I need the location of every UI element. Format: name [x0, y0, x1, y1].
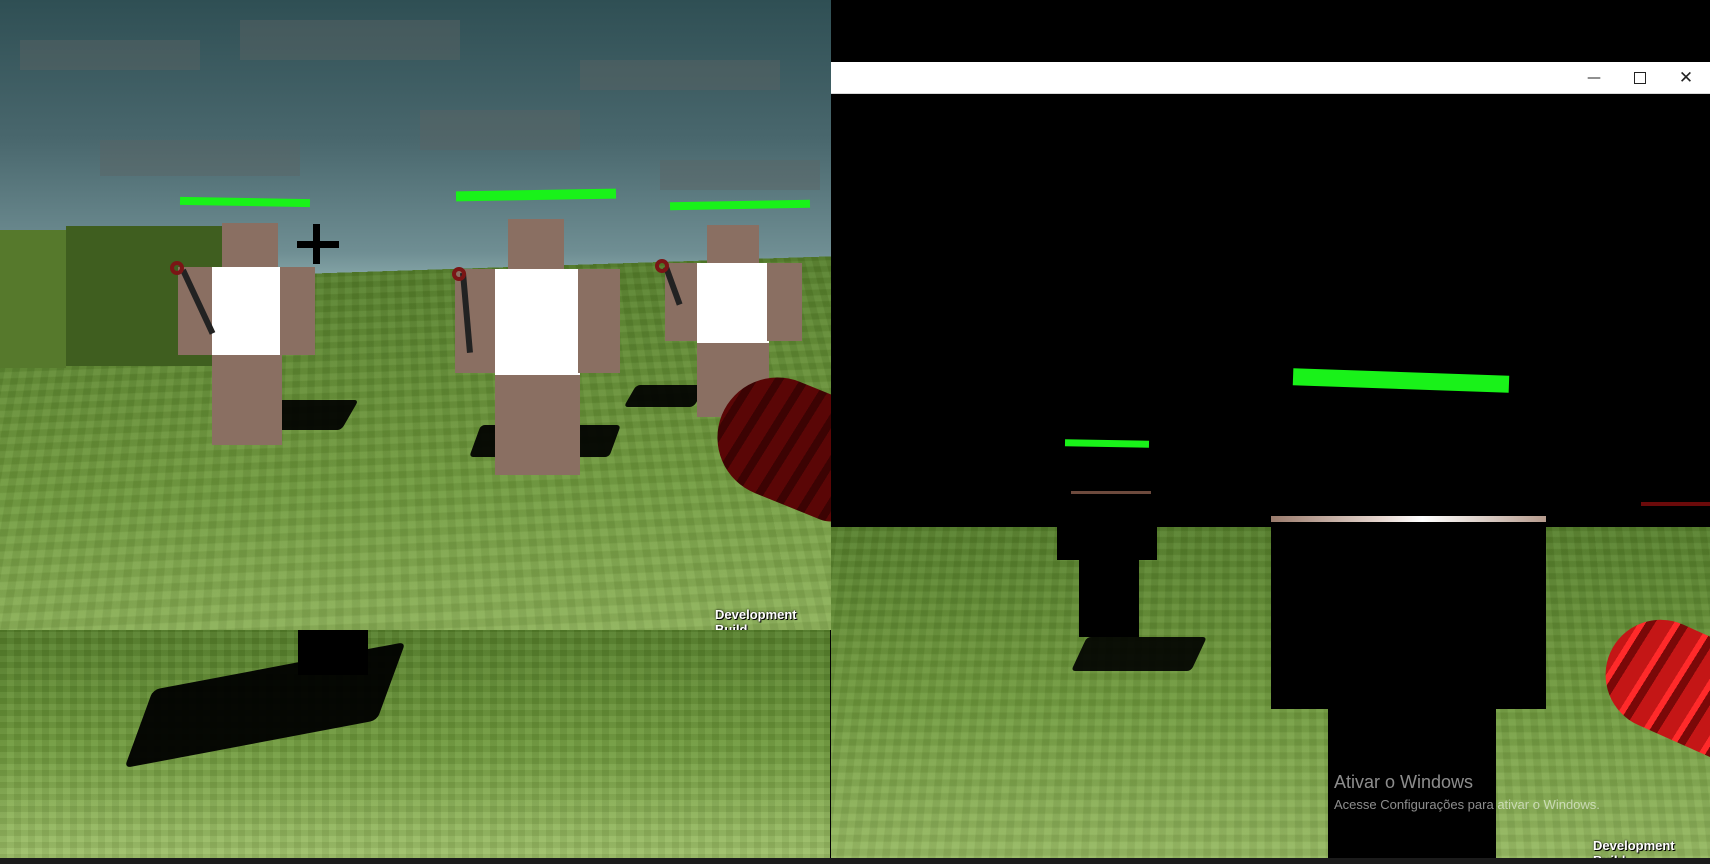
development-build-label: Development Build — [1593, 838, 1675, 860]
npc-body — [1057, 492, 1157, 560]
npc-head — [707, 225, 759, 265]
background-scene — [684, 630, 830, 860]
maximize-icon — [1634, 71, 1646, 84]
npc-legs — [298, 630, 368, 675]
maximize-button[interactable] — [1617, 62, 1663, 93]
cloud — [420, 110, 580, 150]
npc-legs — [212, 355, 282, 445]
distant-weapon — [1641, 502, 1710, 506]
npc-health-bar — [179, 196, 311, 208]
npc-health-bar — [669, 199, 811, 211]
npc-health-bar — [1064, 439, 1150, 448]
npc-body-edge — [1271, 516, 1546, 522]
windows-activation-watermark: Ativar o Windows Acesse Configurações pa… — [1334, 772, 1600, 812]
crosshair-icon — [297, 241, 339, 248]
development-build-label: Development Build — [715, 607, 797, 630]
green-cube-side — [0, 230, 66, 368]
npc-legs — [1079, 557, 1139, 637]
close-button[interactable]: ✕ — [1663, 62, 1709, 93]
npc-torso — [495, 269, 580, 379]
cloud — [240, 20, 460, 60]
right-game-window[interactable]: — ✕ Ativar o Windows Acesse Configuraçõe… — [831, 62, 1710, 860]
npc-body — [1271, 517, 1546, 709]
close-icon: ✕ — [1678, 67, 1694, 88]
cloud — [660, 160, 820, 190]
npc-character — [450, 185, 640, 485]
activation-subtitle: Acesse Configurações para ativar o Windo… — [1334, 797, 1600, 812]
minimize-button[interactable]: — — [1571, 62, 1617, 93]
minimize-icon: — — [1587, 69, 1601, 86]
npc-torso — [212, 267, 282, 355]
cloud — [580, 60, 780, 90]
cloud — [20, 40, 200, 70]
background-scene — [0, 630, 684, 860]
npc-health-bar — [455, 188, 617, 202]
npc-arm-left — [178, 267, 213, 355]
npc-torso — [697, 263, 769, 343]
npc-health-bar — [1292, 368, 1510, 393]
npc-weapon-ring — [655, 259, 669, 273]
npc-character — [170, 195, 359, 455]
npc-head — [222, 223, 278, 269]
npc-arm-right — [767, 263, 802, 341]
npc-legs — [495, 375, 580, 475]
npc-head — [508, 219, 564, 271]
npc-weapon-ring — [170, 261, 184, 275]
npc-arm-right — [280, 267, 315, 355]
npc-arm-right — [578, 269, 620, 373]
left-game-viewport[interactable]: Development Build — [0, 0, 831, 630]
window-titlebar[interactable]: — ✕ — [831, 62, 1710, 94]
npc-body-edge — [1071, 491, 1151, 494]
taskbar-edge — [0, 858, 1710, 864]
npc-weapon-ring — [452, 267, 466, 281]
npc-shadow — [623, 385, 707, 407]
activation-title: Ativar o Windows — [1334, 772, 1474, 792]
cloud — [100, 140, 300, 176]
npc-shadow — [1071, 637, 1207, 671]
